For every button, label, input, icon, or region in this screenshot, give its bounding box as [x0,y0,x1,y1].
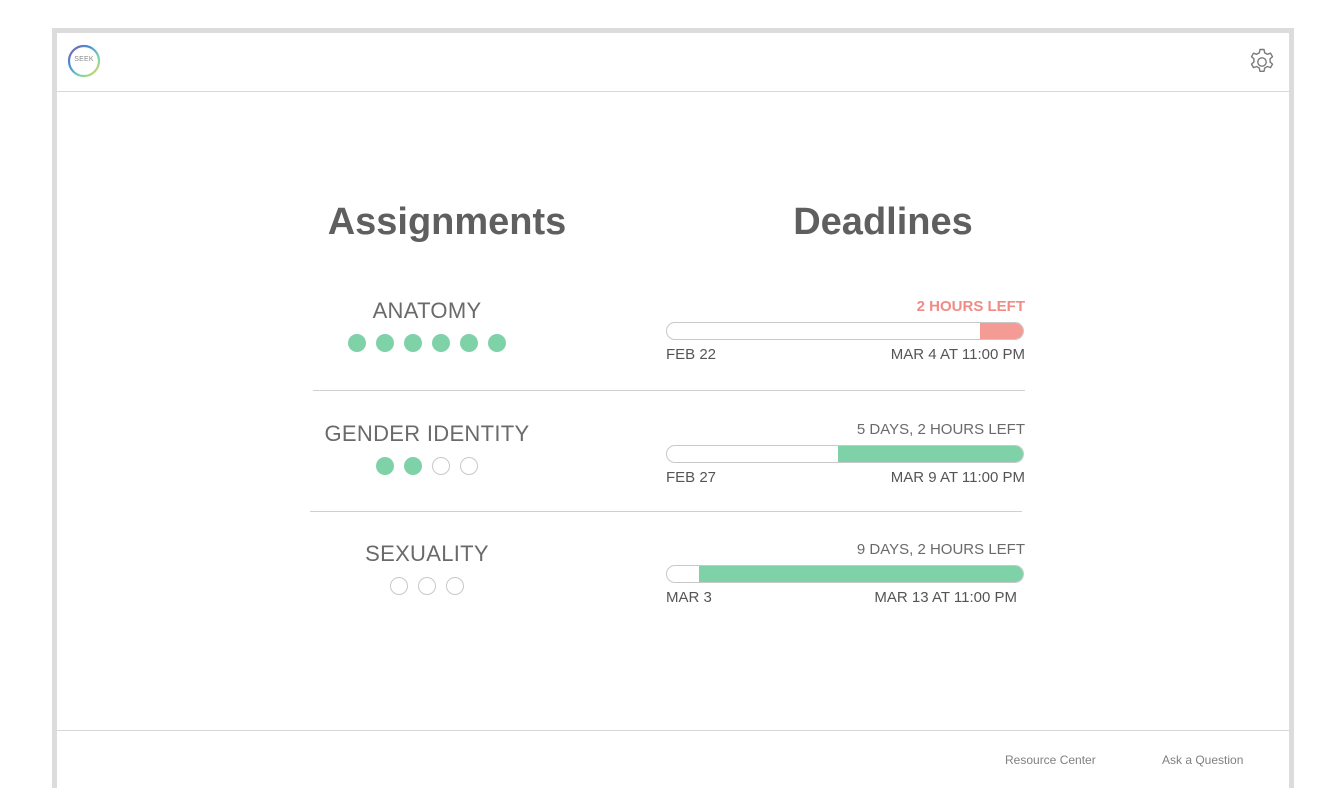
deadline-block: 2 HOURS LEFT FEB 22 MAR 4 AT 11:00 PM [666,298,1025,378]
progress-dot-complete [348,334,366,352]
start-date: MAR 3 [666,589,712,606]
progress-dot-complete [488,334,506,352]
deadline-progress-bar [666,445,1024,463]
progress-dot-complete [404,334,422,352]
time-left-label: 2 HOURS LEFT [916,298,1025,315]
deadline-bar-fill [837,446,1023,462]
end-date: MAR 13 AT 11:00 PM [874,589,1017,606]
progress-dots [307,577,547,595]
subject-label: GENDER IDENTITY [324,421,530,446]
logo-text: SEEK [74,56,94,63]
resource-center-link[interactable]: Resource Center [1005,753,1096,767]
assignment-row-gender-identity[interactable]: GENDER IDENTITY 5 DAYS, 2 HOURS LEFT FEB… [307,421,1027,541]
deadline-bar-fill [980,323,1023,339]
progress-dot-complete [376,457,394,475]
progress-dot-complete [404,457,422,475]
progress-dot-complete [432,334,450,352]
footer-divider [57,730,1289,731]
progress-dot-complete [376,334,394,352]
time-left-label: 5 DAYS, 2 HOURS LEFT [856,421,1025,438]
subject-label: SEXUALITY [365,541,489,566]
deadline-progress-bar [666,322,1024,340]
settings-button[interactable] [1247,47,1277,77]
progress-dot-incomplete [446,577,464,595]
deadline-block: 5 DAYS, 2 HOURS LEFT FEB 27 MAR 9 AT 11:… [666,421,1025,501]
progress-dot-incomplete [432,457,450,475]
assignment-row-sexuality[interactable]: SEXUALITY 9 DAYS, 2 HOURS LEFT MAR 3 MAR… [307,541,1027,661]
deadline-progress-bar [666,565,1024,583]
gear-icon [1250,48,1274,72]
progress-dot-incomplete [418,577,436,595]
app-window: SEEK Assignments Deadlines ANATOMY 2 HOU… [52,28,1294,788]
progress-dots [307,334,547,352]
subject-label: ANATOMY [372,298,482,323]
ask-question-link[interactable]: Ask a Question [1162,753,1243,767]
end-date: MAR 9 AT 11:00 PM [890,469,1025,486]
deadline-block: 9 DAYS, 2 HOURS LEFT MAR 3 MAR 13 AT 11:… [666,541,1025,621]
assignment-row-anatomy[interactable]: ANATOMY 2 HOURS LEFT FEB 22 MAR 4 AT 11:… [307,298,1027,418]
deadlines-heading: Deadlines [793,201,973,243]
progress-dot-complete [460,334,478,352]
time-left-label: 9 DAYS, 2 HOURS LEFT [856,541,1025,558]
row-divider [310,511,1022,512]
assignments-heading: Assignments [327,201,567,243]
start-date: FEB 22 [666,346,717,363]
progress-dot-incomplete [390,577,408,595]
end-date: MAR 4 AT 11:00 PM [890,346,1025,363]
start-date: FEB 27 [666,469,717,486]
deadline-bar-fill [699,566,1023,582]
progress-dots [307,457,547,475]
top-bar: SEEK [57,33,1289,92]
row-divider [313,390,1025,391]
progress-dot-incomplete [460,457,478,475]
seek-logo[interactable]: SEEK [67,44,101,78]
